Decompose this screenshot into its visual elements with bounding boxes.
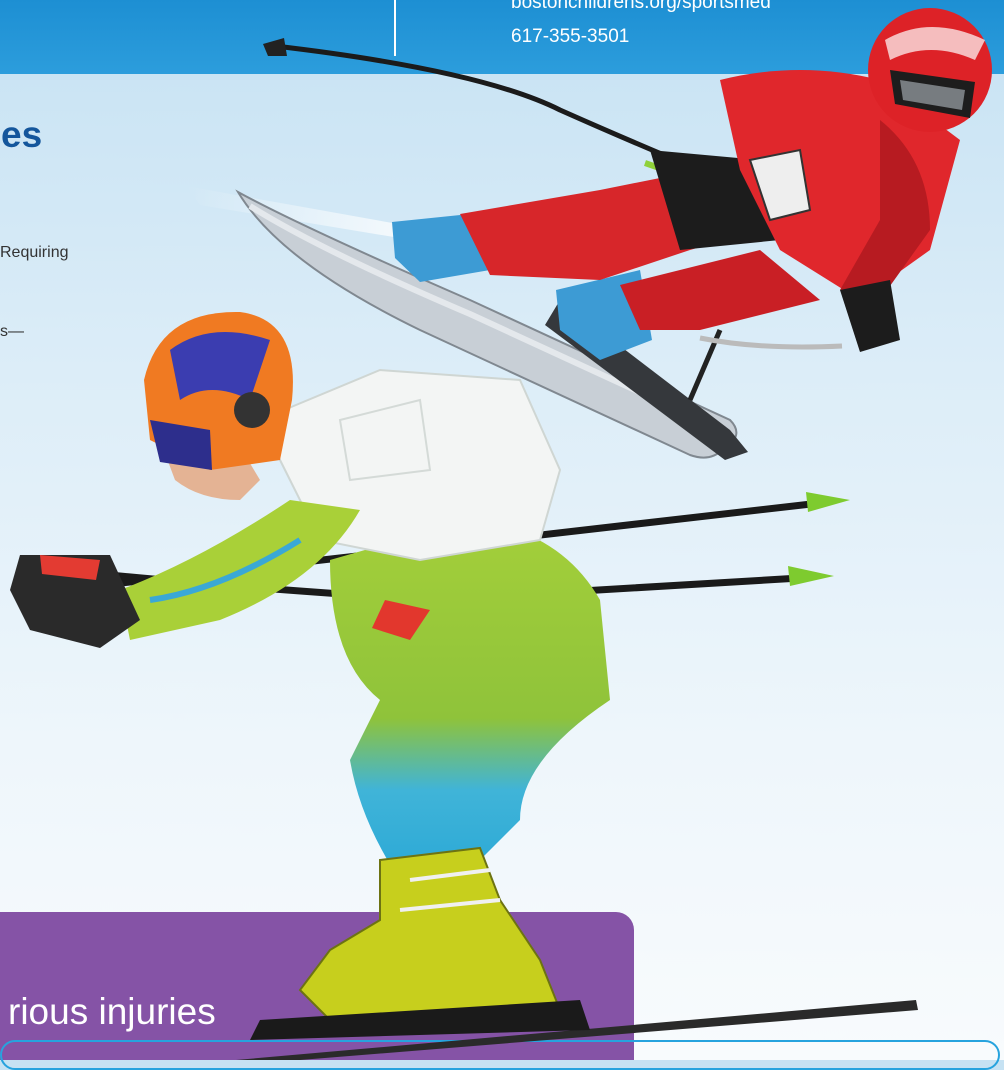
top-pole-tip [263,38,287,56]
front-skier-pole-tip-1 [806,492,850,512]
top-skier-pole-3 [699,335,843,350]
front-skier-ear-guard [234,392,270,428]
front-skier [10,311,918,1060]
front-skier-pole-tip-2 [788,566,834,586]
top-skier-helmet [868,8,992,132]
front-skier-legs [330,520,610,880]
skiers-photo [10,8,992,1060]
top-skier-glove-2 [840,280,900,352]
front-skier-boot [298,846,562,1022]
top-skier [186,8,992,460]
